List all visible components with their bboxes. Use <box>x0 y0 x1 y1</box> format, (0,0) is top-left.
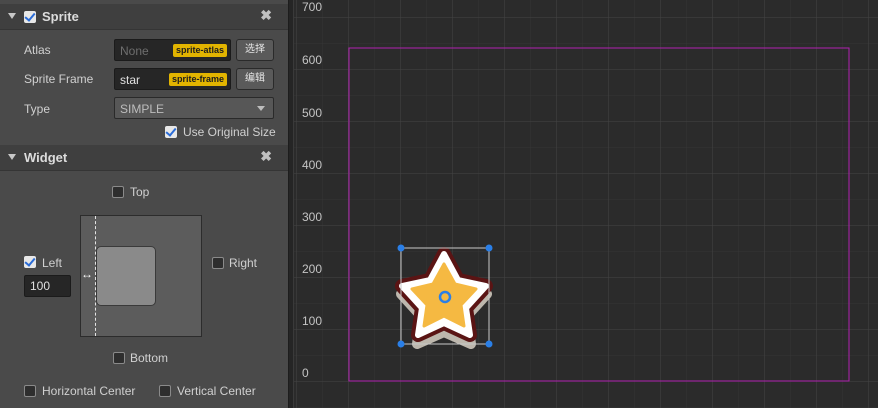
atlas-field[interactable]: None sprite-atlas <box>114 39 231 61</box>
sprite-frame-field[interactable]: star sprite-frame <box>114 68 231 90</box>
horizontal-center-checkbox[interactable] <box>24 385 36 397</box>
type-label: Type <box>24 102 51 116</box>
align-top-checkbox[interactable] <box>112 186 124 198</box>
left-offset-value: 100 <box>30 279 51 293</box>
align-bottom-checkbox[interactable] <box>113 352 125 364</box>
atlas-label: Atlas <box>24 43 51 57</box>
type-select[interactable]: SIMPLE <box>114 97 274 119</box>
sprite-frame-type-tag: sprite-frame <box>168 73 227 86</box>
fold-arrow-icon[interactable] <box>8 13 16 19</box>
align-left-label: Left <box>42 256 63 270</box>
align-top-label: Top <box>130 185 150 199</box>
atlas-select-button[interactable]: 选择 <box>236 39 274 61</box>
sprite-frame-edit-button[interactable]: 编辑 <box>236 68 274 90</box>
widget-alignment-preview: ↔ <box>80 215 202 337</box>
resize-handle-bottom-left[interactable] <box>397 340 405 348</box>
horizontal-center-label: Horizontal Center <box>42 384 136 398</box>
scene-view[interactable]: 700 600 500 400 300 200 100 0 <box>294 0 878 408</box>
fold-arrow-icon[interactable] <box>8 154 16 160</box>
horizontal-arrows-icon: ↔ <box>81 267 93 281</box>
widget-node-preview <box>96 246 156 306</box>
sprite-section-header[interactable]: Sprite ✖ <box>0 4 288 30</box>
close-icon[interactable]: ✖ <box>260 148 272 165</box>
resize-handle-top-left[interactable] <box>397 244 405 252</box>
align-left-checkbox[interactable] <box>24 256 36 268</box>
sprite-frame-value: star <box>120 73 141 87</box>
chevron-down-icon <box>257 106 265 111</box>
close-icon[interactable]: ✖ <box>260 7 272 24</box>
star-sprite[interactable] <box>395 247 493 349</box>
inspector-panel: Sprite ✖ Atlas None sprite-atlas 选择 Spri… <box>0 0 288 408</box>
widget-section-title: Widget <box>24 150 68 165</box>
align-bottom-label: Bottom <box>130 351 169 365</box>
type-select-value: SIMPLE <box>120 102 165 116</box>
widget-section-header[interactable]: Widget ✖ <box>0 145 288 171</box>
use-original-size-label: Use Original Size <box>183 125 276 139</box>
resize-handle-top-right[interactable] <box>485 244 493 252</box>
left-offset-input[interactable]: 100 <box>24 275 71 297</box>
atlas-value: None <box>120 44 149 58</box>
atlas-type-tag: sprite-atlas <box>172 44 227 57</box>
use-original-size-checkbox[interactable] <box>165 126 177 138</box>
vertical-center-checkbox[interactable] <box>159 385 171 397</box>
align-right-label: Right <box>229 256 258 270</box>
scene-overlay <box>348 47 850 382</box>
resize-handle-bottom-right[interactable] <box>485 340 493 348</box>
vertical-center-label: Vertical Center <box>177 384 256 398</box>
sprite-section-title: Sprite <box>42 9 79 24</box>
sprite-enabled-checkbox[interactable] <box>24 11 36 23</box>
sprite-frame-label: Sprite Frame <box>24 72 94 86</box>
align-right-checkbox[interactable] <box>212 257 224 269</box>
